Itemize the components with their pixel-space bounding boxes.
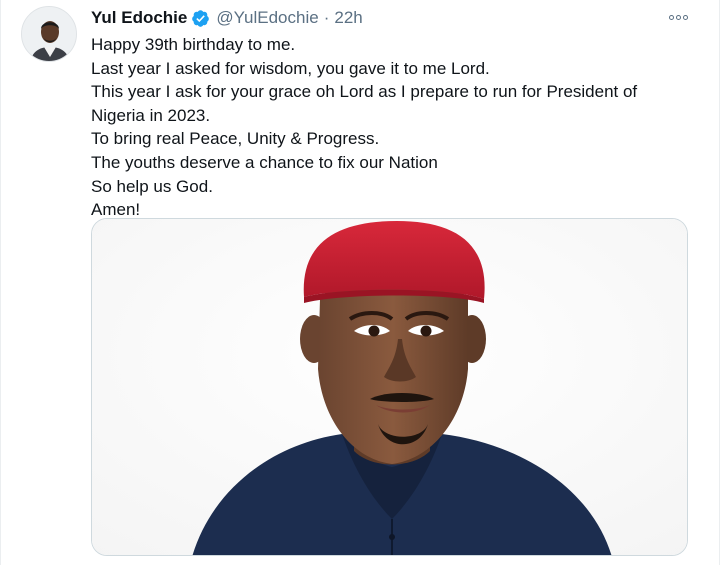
author-display-name[interactable]: Yul Edochie bbox=[91, 8, 187, 28]
more-dot-icon bbox=[668, 14, 674, 20]
tweet-photo[interactable] bbox=[91, 218, 688, 556]
tweet-line: Happy 39th birthday to me. bbox=[91, 35, 296, 54]
avatar-photo-icon bbox=[22, 7, 76, 61]
more-options-icon[interactable] bbox=[667, 8, 689, 26]
tweet-line: To bring real Peace, Unity & Progress. bbox=[91, 129, 380, 149]
tweet-line: This year I ask for your grace oh Lord a… bbox=[91, 82, 638, 102]
tweet-line: The youths deserve a chance to fix our N… bbox=[91, 152, 438, 172]
tweet-line: So help us God. bbox=[91, 176, 213, 196]
verified-badge-icon bbox=[192, 9, 210, 27]
header-separator: · bbox=[323, 8, 330, 27]
tweet-timestamp[interactable]: 22h bbox=[334, 8, 362, 28]
more-dot-icon bbox=[682, 14, 688, 20]
tweet-card[interactable]: Yul Edochie @YulEdochie · 22h Happy 39th… bbox=[0, 0, 720, 565]
more-dot-icon bbox=[675, 14, 681, 20]
author-handle[interactable]: @YulEdochie bbox=[216, 8, 318, 28]
tweet-line: Last year I asked for wisdom, you gave i… bbox=[91, 58, 490, 78]
portrait-photo-icon bbox=[92, 219, 687, 555]
tweet-line: Nigeria in 2023. bbox=[91, 105, 211, 125]
tweet-text: Happy 39th birthday to me. Last year I a… bbox=[91, 33, 691, 222]
author-avatar[interactable] bbox=[21, 6, 77, 62]
tweet-header: Yul Edochie @YulEdochie · 22h bbox=[91, 6, 363, 30]
